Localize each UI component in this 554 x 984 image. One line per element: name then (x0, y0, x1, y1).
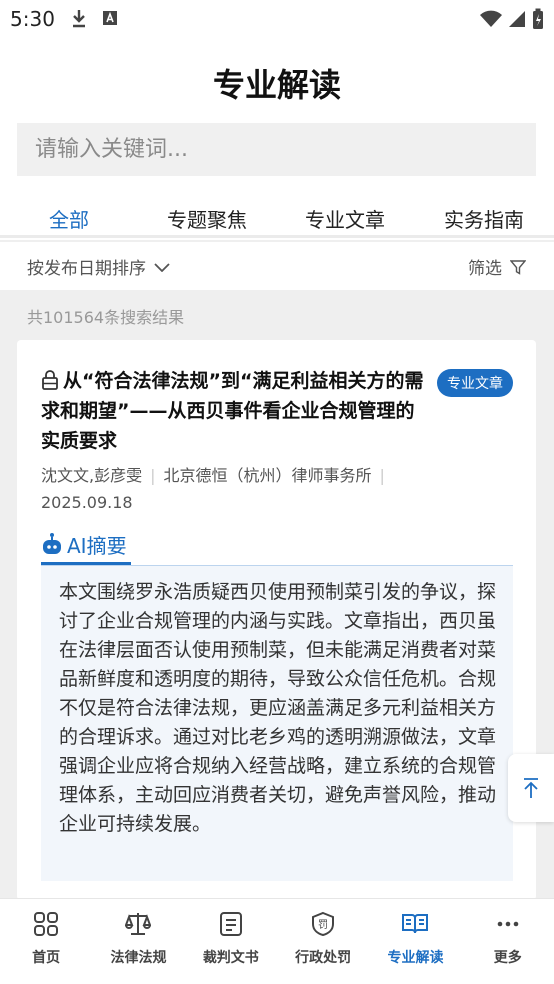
scale-icon (125, 913, 152, 935)
bottom-nav: 首页 法律法规 裁判文书 罚 行政处罚 专业解读 更多 (0, 898, 554, 984)
filter-label: 筛选 (468, 259, 502, 279)
filter-icon (510, 259, 526, 275)
battery-icon (533, 8, 543, 29)
article-date: 2025.09.18 (41, 493, 133, 512)
article-title: 从“符合法律法规”到“满足利益相关方的需求和期望”——从西贝事件看企业合规管理的… (41, 370, 424, 452)
search-input[interactable] (35, 137, 536, 162)
ai-summary-label: AI摘要 (67, 533, 127, 558)
ai-summary-tab-indicator (41, 562, 131, 565)
article-firm: 北京德恒（杭州）律师事务所 (163, 466, 372, 485)
penalty-shield-icon: 罚 (312, 911, 335, 937)
tab-topic-focus[interactable]: 专题聚焦 (167, 204, 247, 233)
nav-penalties[interactable]: 罚 行政处罚 (277, 899, 369, 984)
nav-more-label: 更多 (493, 950, 522, 966)
nav-home[interactable]: 首页 (0, 899, 92, 984)
result-count: 共101564条搜索结果 (27, 308, 185, 327)
signal-icon (509, 11, 525, 27)
tab-all[interactable]: 全部 (49, 204, 89, 233)
nav-penalties-label: 行政处罚 (295, 950, 352, 966)
ai-summary-text: 本文围绕罗永浩质疑西贝使用预制菜引发的争议，探讨了企业合规管理的内涵与实践。文章… (41, 566, 513, 881)
nav-laws[interactable]: 法律法规 (92, 899, 184, 984)
wifi-icon (480, 10, 502, 27)
nav-judgments[interactable]: 裁判文书 (185, 899, 277, 984)
category-tabs: 全部 专题聚焦 专业文章 实务指南 (0, 196, 554, 240)
nav-judgments-label: 裁判文书 (202, 950, 259, 966)
article-card[interactable]: 从“符合法律法规”到“满足利益相关方的需求和期望”——从西贝事件看企业合规管理的… (17, 340, 536, 900)
tab-professional-articles[interactable]: 专业文章 (305, 204, 385, 233)
article-meta: 沈文文,彭彦雯 | 北京德恒（杭州）律师事务所 | 2025.09.18 (41, 466, 385, 512)
sort-filter-bar: 按发布日期排序 筛选 (0, 242, 554, 290)
sort-label: 按发布日期排序 (27, 259, 146, 279)
article-title-block[interactable]: 从“符合法律法规”到“满足利益相关方的需求和期望”——从西贝事件看企业合规管理的… (41, 366, 425, 456)
filter-button[interactable]: 筛选 (468, 254, 526, 279)
open-book-icon (402, 914, 429, 934)
home-grid-icon (34, 912, 59, 936)
more-icon (497, 921, 519, 927)
tabs-divider (0, 235, 554, 238)
nav-more[interactable]: 更多 (462, 899, 554, 984)
arrow-up-icon (524, 778, 538, 798)
download-icon (73, 10, 85, 28)
search-box[interactable] (17, 123, 536, 176)
back-to-top-button[interactable] (508, 754, 554, 822)
nav-laws-label: 法律法规 (110, 950, 167, 966)
nav-professional-interpretation[interactable]: 专业解读 (369, 899, 461, 984)
nav-professional-interpretation-label: 专业解读 (387, 950, 444, 966)
svg-text:罚: 罚 (318, 919, 328, 931)
nav-home-label: 首页 (32, 950, 61, 966)
chevron-down-icon (154, 262, 170, 272)
status-time: 5:30 (10, 7, 55, 31)
page-title: 专业解读 (212, 66, 341, 104)
robot-icon (43, 533, 61, 554)
article-type-badge: 专业文章 (437, 369, 513, 397)
sort-dropdown[interactable]: 按发布日期排序 (27, 254, 170, 279)
article-authors: 沈文文,彭彦雯 (41, 466, 143, 485)
document-icon (219, 912, 242, 936)
tab-practice-guide[interactable]: 实务指南 (444, 204, 524, 233)
font-icon (103, 11, 117, 25)
status-bar: 5:30 (0, 0, 554, 40)
lock-icon (42, 370, 58, 390)
ai-summary-tab[interactable]: AI摘要 (41, 524, 127, 564)
